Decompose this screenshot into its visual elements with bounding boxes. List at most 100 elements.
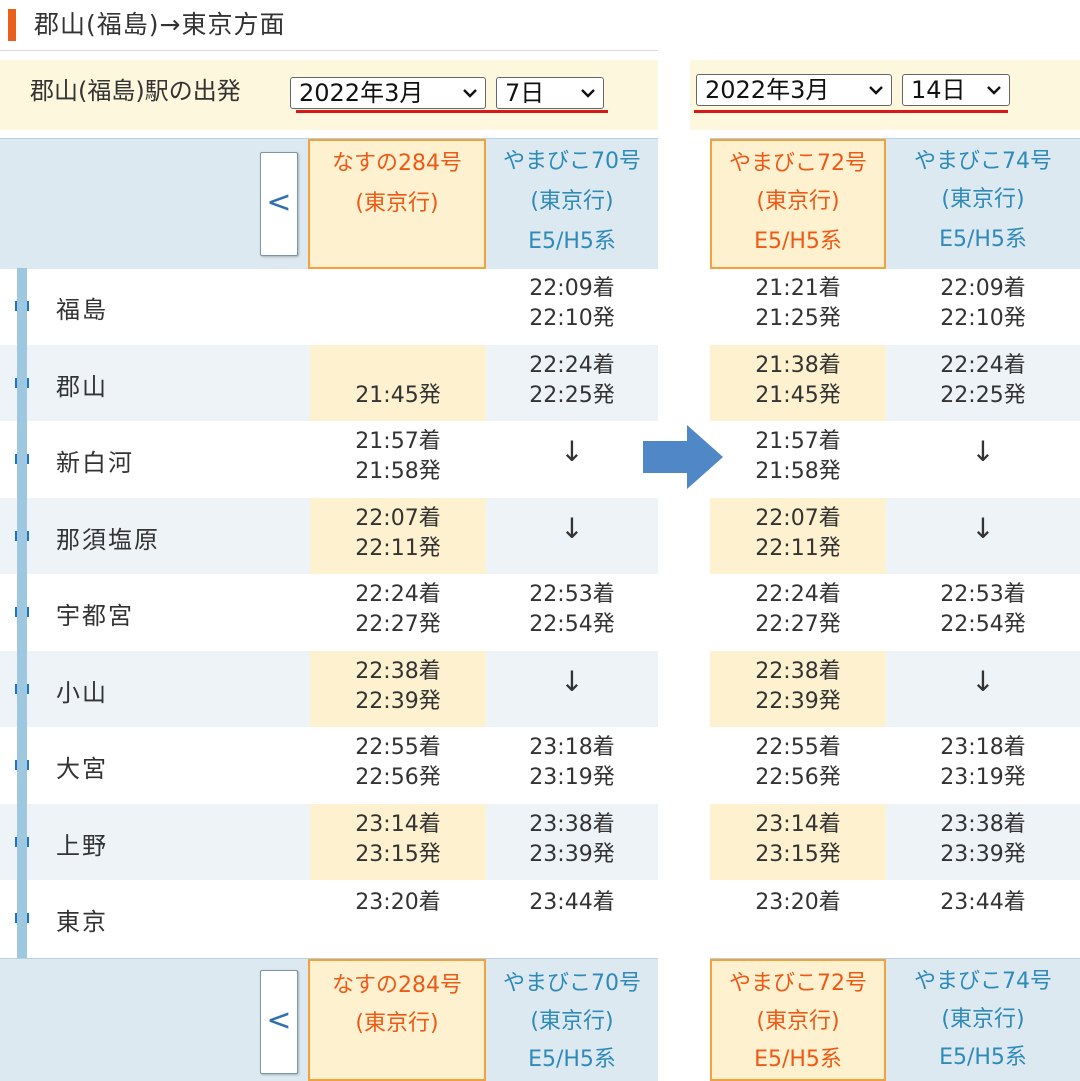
table-row: 福島 22:09着 22:10発 (0, 268, 658, 344)
time-value: 23:14着 (755, 812, 841, 837)
time-cell-yamabiko74: 23:18着 23:19発 (886, 727, 1080, 803)
table-row: 新白河 21:57着 21:58発 ↓ (0, 421, 658, 497)
train-header-top-left: < なすの284号 (東京行) やまびこ70号 (東京行) E5/H5系 (0, 138, 658, 269)
train-name: やまびこ70号 (503, 971, 641, 996)
time-cell-nasuno284: 22:55着 22:56発 (310, 727, 486, 803)
time-value: 21:57着 (755, 429, 841, 454)
prev-arrow-icon: < (266, 185, 292, 220)
time-cell-yamabiko74: 22:24着 22:25発 (886, 345, 1080, 421)
time-value: 23:20着 (755, 890, 841, 915)
time-cell-nasuno284: 22:38着 22:39発 (310, 651, 486, 727)
time-value: 21:58発 (755, 459, 841, 484)
time-value: 22:53着 (529, 582, 615, 607)
station-name: 宇都宮 (56, 602, 134, 630)
station-name: 郡山 (56, 373, 108, 401)
prev-train-button[interactable]: < (260, 970, 298, 1074)
time-value: 22:25発 (940, 383, 1026, 408)
month-select-right[interactable]: 2022年3月 (696, 74, 892, 106)
time-value: 22:07着 (355, 506, 441, 531)
train-series: E5/H5系 (939, 227, 1027, 252)
train-header-yamabiko70[interactable]: やまびこ70号 (東京行) E5/H5系 (486, 139, 658, 269)
station-name: 大宮 (56, 755, 108, 783)
table-row: 21:57着 21:58発 ↓ (710, 421, 1080, 497)
station-name: 那須塩原 (56, 526, 160, 554)
time-cell-yamabiko72: 21:38着 21:45発 (710, 345, 886, 421)
table-row: 東京 23:20着 23:44着 (0, 880, 658, 956)
train-destination: (東京行) (355, 1011, 439, 1036)
time-cell-yamabiko70: 22:09着 22:10発 (486, 268, 658, 344)
time-cell-nasuno284: 23:20着 (310, 880, 486, 956)
time-value: 23:39発 (940, 842, 1026, 867)
time-value: 23:15発 (355, 842, 441, 867)
time-value: 23:14着 (355, 812, 441, 837)
train-name: やまびこ74号 (914, 969, 1052, 994)
train-header-top-right: やまびこ72号 (東京行) E5/H5系 やまびこ74号 (東京行) E5/H5… (710, 138, 1080, 269)
day-select-right[interactable]: 14日 (902, 74, 1010, 106)
pass-through-arrow: ↓ (971, 665, 995, 698)
time-value: 23:39発 (529, 842, 615, 867)
train-series: E5/H5系 (754, 229, 842, 254)
time-value: 23:19発 (529, 765, 615, 790)
time-value: 23:15発 (755, 842, 841, 867)
train-header-nasuno284[interactable]: なすの284号 (東京行) (308, 959, 486, 1081)
time-value: 22:09着 (529, 276, 615, 301)
chevron-down-icon (869, 86, 883, 95)
time-value: 23:38着 (529, 812, 615, 837)
time-value: 21:58発 (355, 459, 441, 484)
time-value: 22:56発 (355, 765, 441, 790)
table-row: 21:38着 21:45発 22:24着 22:25発 (710, 345, 1080, 421)
table-row: 23:14着 23:15発 23:38着 23:39発 (710, 804, 1080, 880)
month-select-value: 2022年3月 (705, 76, 830, 104)
station-name: 新白河 (56, 449, 134, 477)
month-select-left[interactable]: 2022年3月 (290, 77, 486, 109)
day-select-value: 7日 (505, 79, 545, 107)
time-value: 22:55着 (355, 735, 441, 760)
time-cell-yamabiko74: ↓ (886, 651, 1080, 727)
time-cell-yamabiko70: 23:38着 23:39発 (486, 804, 658, 880)
time-value: 22:38着 (355, 659, 441, 684)
time-cell-yamabiko72: 22:07着 22:11発 (710, 498, 886, 574)
time-cell-nasuno284: 23:14着 23:15発 (310, 804, 486, 880)
time-cell-yamabiko72: 22:55着 22:56発 (710, 727, 886, 803)
time-value: 21:21着 (755, 276, 841, 301)
time-cell-yamabiko70: 23:18着 23:19発 (486, 727, 658, 803)
chevron-down-icon (581, 89, 595, 98)
table-row: 22:24着 22:27発 22:53着 22:54発 (710, 574, 1080, 650)
train-header-yamabiko72[interactable]: やまびこ72号 (東京行) E5/H5系 (710, 959, 886, 1081)
train-header-yamabiko74[interactable]: やまびこ74号 (東京行) E5/H5系 (886, 959, 1080, 1081)
time-value: 22:27発 (355, 612, 441, 637)
train-destination: (東京行) (756, 1009, 840, 1034)
train-series: E5/H5系 (528, 229, 616, 254)
train-header-yamabiko72[interactable]: やまびこ72号 (東京行) E5/H5系 (710, 139, 886, 269)
time-value: 21:25発 (755, 306, 841, 331)
time-cell-yamabiko70: 22:24着 22:25発 (486, 345, 658, 421)
train-name: なすの284号 (332, 973, 462, 998)
time-value: 22:53着 (940, 582, 1026, 607)
time-cell-yamabiko72: 23:20着 (710, 880, 886, 956)
page-title: 郡山(福島)→東京方面 (34, 10, 286, 39)
train-destination: (東京行) (941, 1007, 1025, 1032)
train-header-nasuno284[interactable]: なすの284号 (東京行) (308, 139, 486, 269)
time-value: 21:38着 (755, 353, 841, 378)
time-value: 22:25発 (529, 383, 615, 408)
time-value: 22:38着 (755, 659, 841, 684)
table-row: 21:21着 21:25発 22:09着 22:10発 (710, 268, 1080, 344)
day-select-left[interactable]: 7日 (496, 77, 604, 109)
train-destination: (東京行) (530, 1009, 614, 1034)
red-underline-annotation (694, 110, 1008, 113)
time-cell-yamabiko74: ↓ (886, 421, 1080, 497)
prev-train-button[interactable]: < (260, 152, 298, 256)
table-row: 22:07着 22:11発 ↓ (710, 498, 1080, 574)
time-value: 23:38着 (940, 812, 1026, 837)
train-header-bottom-right: やまびこ72号 (東京行) E5/H5系 やまびこ74号 (東京行) E5/H5… (710, 958, 1080, 1081)
time-cell-yamabiko74: 23:44着 (886, 880, 1080, 956)
train-header-yamabiko74[interactable]: やまびこ74号 (東京行) E5/H5系 (886, 139, 1080, 269)
time-cell-yamabiko70: ↓ (486, 651, 658, 727)
time-cell-nasuno284: 21:45発 (310, 345, 486, 421)
time-value: 22:24着 (529, 353, 615, 378)
red-underline-annotation (296, 110, 608, 113)
time-value: 22:27発 (755, 612, 841, 637)
train-header-yamabiko70[interactable]: やまびこ70号 (東京行) E5/H5系 (486, 959, 658, 1081)
time-cell-yamabiko70: ↓ (486, 498, 658, 574)
time-cell-nasuno284 (310, 268, 486, 344)
